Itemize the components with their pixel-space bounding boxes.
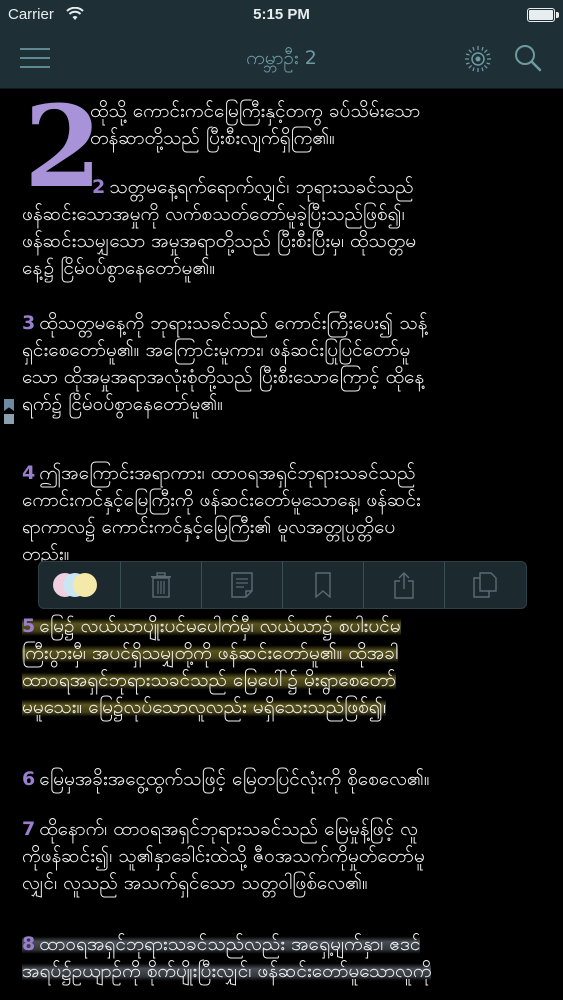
verse-number: 7 xyxy=(22,818,36,840)
verse-8[interactable]: 8 ထာဝရအရှင်ဘုရားသခင်သည်လည်း အရှေ့မျက်နှာ၊… xyxy=(22,931,552,985)
annotation-markers[interactable] xyxy=(4,399,16,424)
share-button[interactable] xyxy=(363,562,444,608)
verse-6[interactable]: 6 မြေမှအခိုးအငွေ့ထွက်သဖြင့် မြေတပြင်လုံးက… xyxy=(22,766,552,793)
delete-button[interactable] xyxy=(120,562,201,608)
bookmark-button[interactable] xyxy=(282,562,363,608)
selection-toolbar xyxy=(38,561,527,609)
trash-icon xyxy=(151,572,171,598)
color-picker-icon xyxy=(53,573,105,597)
verse-1[interactable]: ထိုသို့ ကောင်းကင်မြေကြီးနှင့်တကွ ခပ်သိမ်… xyxy=(90,98,555,152)
verse-number: 5 xyxy=(22,615,36,637)
note-button[interactable] xyxy=(201,562,282,608)
verse-number: 4 xyxy=(22,462,36,484)
verse-4[interactable]: 4 ဤအကြောင်းအရာကား၊ ထာဝရအရှင်ဘုရားသခင်သည် … xyxy=(22,460,552,568)
highlight-color-button[interactable] xyxy=(39,562,119,608)
note-marker-icon[interactable] xyxy=(4,414,14,424)
copy-icon xyxy=(473,572,497,598)
verse-2[interactable]: 2 သတ္တမနေ့ရက်ရောက်လျှင်၊ ဘုရားသခင်သည် ဖန်… xyxy=(22,174,552,282)
brightness-icon[interactable] xyxy=(463,44,493,74)
verse-number: 8 xyxy=(22,933,36,955)
nav-bar: ကမ္ဘာဦး 2 xyxy=(0,30,563,89)
verse-3[interactable]: 3 ထိုသတ္တမနေ့ကို ဘုရားသခင်သည် ကောင်းကြီးပ… xyxy=(22,310,552,418)
verse-number: 3 xyxy=(22,312,36,334)
verse-5[interactable]: 5 မြေ၌ လယ်ယာပျိုးပင်မပေါက်မှီ၊ လယ်ယာ၌ စပါ… xyxy=(22,613,552,721)
bookmark-marker-icon[interactable] xyxy=(4,399,14,411)
search-icon[interactable] xyxy=(512,42,544,74)
share-icon xyxy=(394,572,414,599)
status-time: 5:15 PM xyxy=(253,6,310,23)
verse-7[interactable]: 7 ထိုနောက်၊ ထာဝရအရှင်ဘုရားသခင်သည် မြေမှုန… xyxy=(22,816,552,897)
verse-number: 2 xyxy=(92,176,106,198)
note-icon xyxy=(231,572,253,598)
status-bar: Carrier 5:15 PM xyxy=(0,0,563,30)
copy-button[interactable] xyxy=(444,562,525,608)
chapter-content: 2 ထိုသို့ ကောင်းကင်မြေကြီးနှင့်တကွ ခပ်သိ… xyxy=(0,88,563,1000)
bookmark-icon xyxy=(315,572,331,598)
verse-number: 6 xyxy=(22,768,36,790)
battery-icon xyxy=(527,8,559,22)
color-dot-yellow xyxy=(73,573,97,597)
